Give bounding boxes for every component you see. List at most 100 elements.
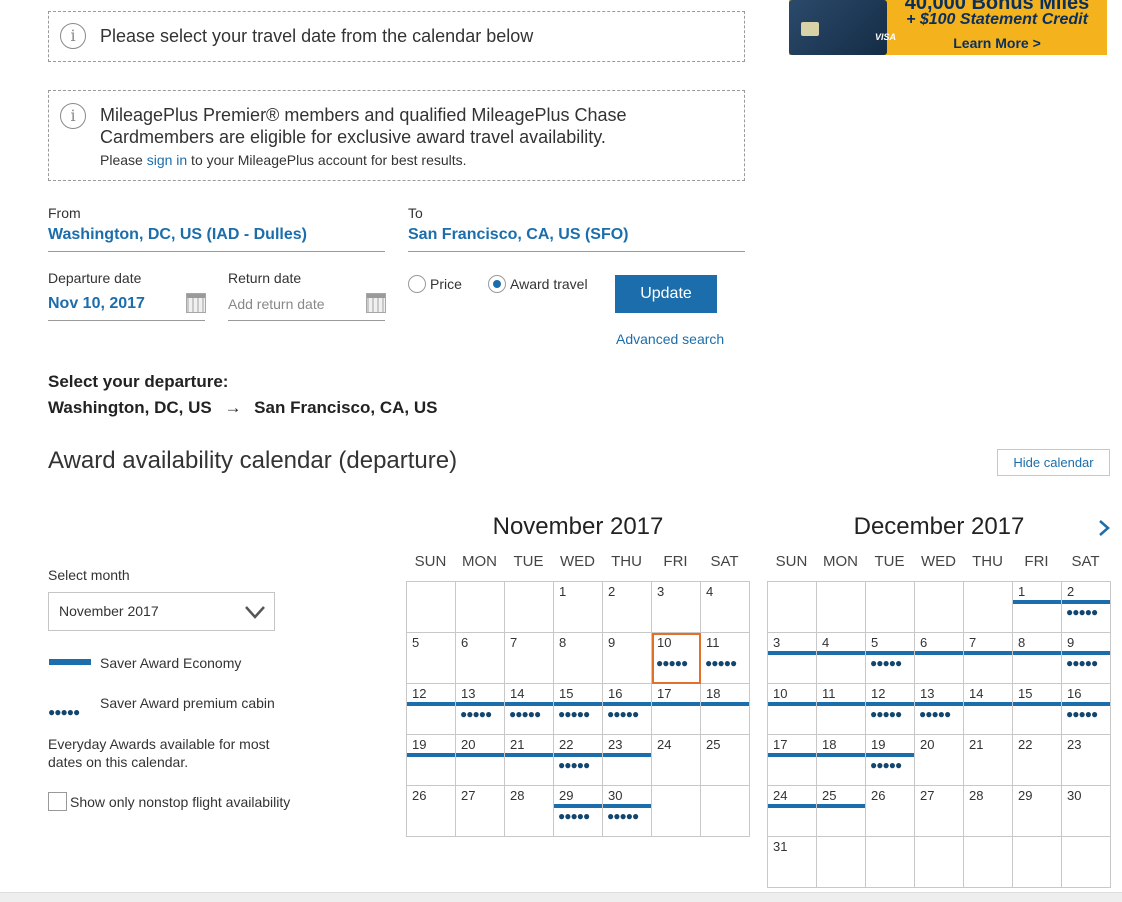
calendar-day-8[interactable]: 8 <box>553 632 603 684</box>
calendar-day-1[interactable]: 1 <box>553 581 603 633</box>
calendar-day-12[interactable]: 12 <box>406 683 456 735</box>
calendar-day-25[interactable]: 25 <box>816 785 866 837</box>
day-number: 23 <box>608 737 623 752</box>
calendar-day-25[interactable]: 25 <box>700 734 750 786</box>
calendar-day-12[interactable]: 12 ●●●●● <box>865 683 915 735</box>
calendar-day-3[interactable]: 3 <box>651 581 701 633</box>
award-travel-radio[interactable] <box>488 275 506 293</box>
select-month-dropdown[interactable]: November 2017 <box>48 592 275 631</box>
calendar-day-4[interactable]: 4 <box>816 632 866 684</box>
return-date-field[interactable]: Add return date <box>228 291 385 321</box>
from-field[interactable]: Washington, DC, US (IAD - Dulles) <box>48 222 385 252</box>
calendar-day-21[interactable]: 21 <box>504 734 554 786</box>
calendar-day-21[interactable]: 21 <box>963 734 1013 786</box>
calendar-day-15[interactable]: 15 <box>1012 683 1062 735</box>
calendar-day-11[interactable]: 11 <box>816 683 866 735</box>
calendar-day-14[interactable]: 14 ●●●●● <box>504 683 554 735</box>
calendar-day-20[interactable]: 20 <box>914 734 964 786</box>
calendar-day-31[interactable]: 31 <box>767 836 817 888</box>
saver-premium-dots: ●●●●● <box>870 707 902 721</box>
to-field[interactable]: San Francisco, CA, US (SFO) <box>408 222 745 252</box>
departure-calendar-icon[interactable] <box>186 293 206 313</box>
calendar-day-17[interactable]: 17 <box>767 734 817 786</box>
calendar-day-13[interactable]: 13 ●●●●● <box>914 683 964 735</box>
calendar-day-19[interactable]: 19 <box>406 734 456 786</box>
calendar-day-6[interactable]: 6 <box>914 632 964 684</box>
calendar-day-16[interactable]: 16 ●●●●● <box>602 683 652 735</box>
calendar-day-2[interactable]: 2 <box>602 581 652 633</box>
calendar-day-15[interactable]: 15 ●●●●● <box>553 683 603 735</box>
calendar-day-7[interactable]: 7 <box>504 632 554 684</box>
credit-card-ad[interactable]: VISA 40,000 Bonus Miles + $100 Statement… <box>789 0 1107 55</box>
calendar-day-26[interactable]: 26 <box>406 785 456 837</box>
calendar-day-17[interactable]: 17 <box>651 683 701 735</box>
calendar-day-23[interactable]: 23 <box>1061 734 1111 786</box>
day-number: 1 <box>1018 584 1026 599</box>
day-number: 19 <box>412 737 427 752</box>
saver-economy-bar <box>554 702 602 706</box>
saver-economy-bar <box>407 753 455 757</box>
select-month-value: November 2017 <box>59 603 159 619</box>
weekday-header: TUE <box>513 553 544 570</box>
calendar-day-10[interactable]: 10 ●●●●● <box>651 632 701 684</box>
calendar-day-24[interactable]: 24 <box>767 785 817 837</box>
calendar-day-2[interactable]: 2 ●●●●● <box>1061 581 1111 633</box>
calendar-day-9[interactable]: 9 <box>602 632 652 684</box>
calendar-empty-cell <box>1061 836 1111 888</box>
calendar-day-20[interactable]: 20 <box>455 734 505 786</box>
calendar-day-19[interactable]: 19 ●●●●● <box>865 734 915 786</box>
saver-economy-bar <box>768 753 816 757</box>
info-icon: i <box>60 23 86 49</box>
calendar-day-3[interactable]: 3 <box>767 632 817 684</box>
calendar-day-13[interactable]: 13 ●●●●● <box>455 683 505 735</box>
calendar-day-10[interactable]: 10 <box>767 683 817 735</box>
weekday-header: WED <box>560 553 595 570</box>
departure-date-field[interactable]: Nov 10, 2017 <box>48 291 205 321</box>
route-summary: Washington, DC, US → San Francisco, CA, … <box>48 398 437 418</box>
calendar-day-5[interactable]: 5 <box>406 632 456 684</box>
day-number: 26 <box>412 788 427 803</box>
calendar-day-18[interactable]: 18 <box>700 683 750 735</box>
advanced-search-link[interactable]: Advanced search <box>616 331 724 347</box>
saver-premium-dots: ●●●●● <box>1066 707 1098 721</box>
price-radio[interactable] <box>408 275 426 293</box>
calendar-day-26[interactable]: 26 <box>865 785 915 837</box>
select-date-notice: i Please select your travel date from th… <box>48 11 745 62</box>
calendar-day-29[interactable]: 29 ●●●●● <box>553 785 603 837</box>
sign-in-link[interactable]: sign in <box>147 152 187 168</box>
calendar-day-11[interactable]: 11 ●●●●● <box>700 632 750 684</box>
calendar-day-28[interactable]: 28 <box>963 785 1013 837</box>
calendar-day-6[interactable]: 6 <box>455 632 505 684</box>
calendar-day-30[interactable]: 30 <box>1061 785 1111 837</box>
day-number: 24 <box>773 788 788 803</box>
day-number: 17 <box>773 737 788 752</box>
next-month-icon[interactable] <box>1097 519 1111 537</box>
calendar-day-28[interactable]: 28 <box>504 785 554 837</box>
calendar-day-23[interactable]: 23 <box>602 734 652 786</box>
calendar-day-14[interactable]: 14 <box>963 683 1013 735</box>
calendar-day-24[interactable]: 24 <box>651 734 701 786</box>
calendar-day-22[interactable]: 22 ●●●●● <box>553 734 603 786</box>
calendar-day-27[interactable]: 27 <box>455 785 505 837</box>
calendar-day-16[interactable]: 16 ●●●●● <box>1061 683 1111 735</box>
calendar-day-9[interactable]: 9 ●●●●● <box>1061 632 1111 684</box>
saver-economy-bar <box>866 753 914 757</box>
update-button[interactable]: Update <box>615 275 717 313</box>
calendar-day-7[interactable]: 7 <box>963 632 1013 684</box>
calendar-day-30[interactable]: 30 ●●●●● <box>602 785 652 837</box>
calendar-day-5[interactable]: 5 ●●●●● <box>865 632 915 684</box>
calendar-day-22[interactable]: 22 <box>1012 734 1062 786</box>
info-icon: i <box>60 103 86 129</box>
calendar-day-8[interactable]: 8 <box>1012 632 1062 684</box>
calendar-day-27[interactable]: 27 <box>914 785 964 837</box>
calendar-day-18[interactable]: 18 <box>816 734 866 786</box>
hide-calendar-button[interactable]: Hide calendar <box>997 449 1110 476</box>
nonstop-checkbox[interactable] <box>48 792 67 811</box>
day-number: 30 <box>1067 788 1082 803</box>
calendar-day-4[interactable]: 4 <box>700 581 750 633</box>
return-calendar-icon[interactable] <box>366 293 386 313</box>
ad-learn-more-link[interactable]: Learn More > <box>887 35 1107 51</box>
calendar-day-1[interactable]: 1 <box>1012 581 1062 633</box>
calendar-day-29[interactable]: 29 <box>1012 785 1062 837</box>
saver-economy-bar <box>1013 651 1061 655</box>
